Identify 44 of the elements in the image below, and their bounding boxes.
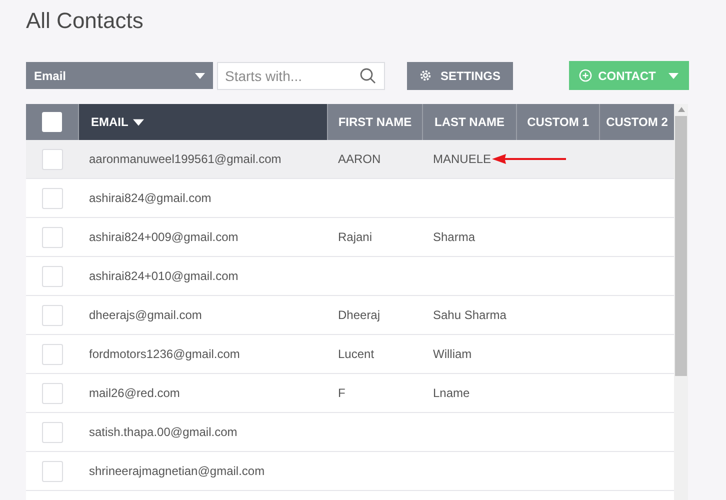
row-checkbox[interactable]	[42, 266, 62, 286]
last-name-cell-text: William	[432, 347, 472, 361]
row-checkbox[interactable]	[42, 344, 62, 364]
row-checkbox[interactable]	[42, 304, 62, 326]
search-field[interactable]: Starts with...	[217, 62, 385, 90]
email-cell-text: aaronmanuweel199561@gmail.com	[88, 152, 282, 166]
sort-descending-icon	[133, 118, 144, 126]
table-row[interactable]: aaronmanuweel199561@gmail.com AARON MANUELE	[26, 140, 674, 179]
row-checkbox[interactable]	[42, 460, 62, 482]
scrollbar[interactable]	[674, 104, 688, 500]
email-cell-text: mail26@red.com	[88, 386, 180, 400]
row-checkbox[interactable]	[42, 422, 62, 442]
email-cell-text: shrineerajmagnetian@gmail.com	[88, 464, 265, 478]
row-checkbox[interactable]	[42, 188, 62, 208]
email-cell-text: ashirai824+009@gmail.com	[88, 230, 238, 244]
scrollbar-thumb[interactable]	[675, 116, 687, 376]
settings-icon	[419, 69, 432, 82]
add-icon	[579, 69, 592, 82]
email-cell-text: satish.thapa.00@gmail.com	[88, 425, 238, 439]
first-name-cell-text: AARON	[337, 152, 381, 166]
page-title: All Contacts	[26, 7, 144, 35]
first-name-cell-text: F	[337, 386, 346, 400]
settings-button[interactable]: SETTINGS	[407, 62, 513, 90]
row-checkbox[interactable]	[42, 382, 62, 404]
email-cell-text: ashirai824@gmail.com	[88, 191, 212, 205]
email-cell-text: ashirai824+010@gmail.com	[88, 269, 238, 283]
last-name-cell-text: MANUELE	[432, 152, 492, 166]
row-checkbox[interactable]	[42, 226, 62, 248]
last-name-cell-text: Sahu Sharma	[432, 308, 506, 322]
caret-icon	[195, 72, 205, 78]
first-name-cell-text: Lucent	[337, 347, 374, 361]
email-cell-text: dheerajs@gmail.com	[88, 308, 202, 322]
last-name-cell-text: Lname	[432, 386, 470, 400]
caret-icon	[668, 72, 679, 78]
search-icon	[360, 68, 376, 84]
row-checkbox[interactable]	[42, 148, 62, 170]
select-all-checkbox[interactable]	[42, 112, 62, 132]
first-name-cell-text: Dheeraj	[337, 308, 380, 322]
first-name-cell-text: Rajani	[337, 230, 372, 244]
field-dropdown[interactable]: Email	[26, 62, 213, 89]
last-name-cell-text: Sharma	[432, 230, 476, 244]
column-header[interactable]: EMAIL	[78, 104, 327, 140]
email-cell-text: fordmotors1236@gmail.com	[88, 347, 240, 361]
scroll-up-icon	[678, 107, 684, 112]
